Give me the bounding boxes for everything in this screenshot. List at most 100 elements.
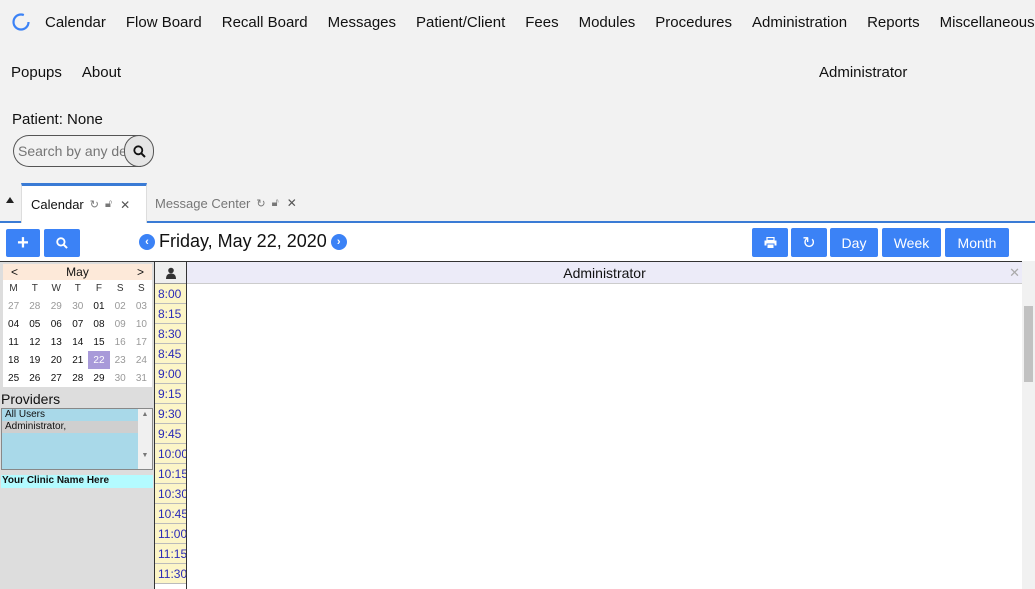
menu-calendar[interactable]: Calendar [45,14,106,31]
menu-patient-client[interactable]: Patient/Client [416,14,505,31]
time-slot[interactable]: 9:30 [155,404,186,424]
mini-calendar-day[interactable]: 14 [67,333,88,351]
page-scrollbar[interactable] [1022,261,1035,589]
menu-fees[interactable]: Fees [525,14,558,31]
mini-calendar-day[interactable]: 01 [88,297,109,315]
mini-calendar-day[interactable]: 18 [3,351,24,369]
time-slot[interactable]: 10:45 [155,504,188,524]
scroll-down-icon[interactable]: ▼ [138,452,152,459]
mini-calendar-day[interactable]: 28 [24,297,45,315]
time-slot[interactable]: 9:45 [155,424,186,444]
mini-calendar-day[interactable]: 28 [67,369,88,387]
clinic-name[interactable]: Your Clinic Name Here [1,475,153,488]
unlock-icon[interactable]: 🔓︎ [272,197,279,210]
menu-about[interactable]: About [82,64,121,81]
day-view-button[interactable]: Day [830,228,878,257]
mini-calendar-day[interactable]: 19 [24,351,45,369]
menu-popups[interactable]: Popups [11,64,62,81]
refresh-icon: ↻ [802,234,816,252]
mini-calendar-day[interactable]: 27 [3,297,24,315]
close-icon[interactable]: ✕ [1009,262,1020,284]
tab-calendar[interactable]: Calendar ↻ 🔓︎ ✕ [21,183,147,223]
mini-calendar-day[interactable]: 10 [131,315,152,333]
collapse-tabs-icon[interactable] [6,197,14,203]
time-slot[interactable]: 10:15 [155,464,188,484]
time-slot[interactable]: 11:00 [155,524,187,544]
mini-calendar-day[interactable]: 24 [131,351,152,369]
mini-calendar-day[interactable]: 22 [88,351,110,369]
refresh-icon[interactable]: ↻ [256,197,265,210]
time-slot[interactable]: 8:15 [155,304,186,324]
mini-calendar-day[interactable]: 06 [45,315,67,333]
month-view-button[interactable]: Month [945,228,1009,257]
menu-miscellaneous[interactable]: Miscellaneous [940,14,1035,31]
menu-modules[interactable]: Modules [579,14,636,31]
mini-calendar-day[interactable]: 08 [88,315,109,333]
mini-calendar-day[interactable]: 17 [131,333,152,351]
search-appointments-button[interactable] [44,229,80,257]
provider-option[interactable]: Administrator, [2,421,138,433]
mini-calendar-day[interactable]: 03 [131,297,152,315]
mini-calendar-day[interactable]: 30 [67,297,88,315]
mini-calendar-day[interactable]: 29 [88,369,109,387]
previous-month-icon[interactable]: < [11,265,18,279]
unlock-icon[interactable]: 🔓︎ [105,198,112,211]
user-menu[interactable]: Administrator [819,64,907,81]
mini-calendar-day[interactable]: 31 [131,369,152,387]
mini-calendar-day[interactable]: 27 [45,369,67,387]
mini-calendar-day[interactable]: 21 [67,351,88,369]
mini-calendar-day[interactable]: 16 [110,333,131,351]
add-appointment-button[interactable]: + [6,229,40,257]
menu-reports[interactable]: Reports [867,14,920,31]
time-slot[interactable]: 8:00 [155,284,186,304]
time-slot[interactable]: 8:45 [155,344,186,364]
mini-calendar-day[interactable]: 29 [45,297,67,315]
search-button[interactable] [124,135,154,167]
refresh-button[interactable]: ↻ [791,228,827,257]
scroll-up-icon[interactable]: ▲ [138,411,152,418]
next-month-icon[interactable]: > [137,265,144,279]
mini-calendar-day[interactable]: 23 [110,351,131,369]
mini-calendar-day[interactable]: 04 [3,315,24,333]
menu-administration[interactable]: Administration [752,14,847,31]
scrollbar-thumb[interactable] [1024,306,1033,382]
mini-calendar-day[interactable]: 15 [88,333,109,351]
print-button[interactable] [752,228,788,257]
time-slot[interactable]: 11:15 [155,544,187,564]
mini-calendar-day[interactable]: 30 [110,369,131,387]
mini-calendar-day[interactable]: 02 [110,297,131,315]
close-icon[interactable]: ✕ [287,196,297,210]
menu-recall-board[interactable]: Recall Board [222,14,308,31]
time-slot[interactable]: 10:30 [155,484,188,504]
schedule-body[interactable] [187,284,1022,589]
previous-day-icon[interactable]: ‹ [139,233,155,250]
mini-calendar-day[interactable]: 13 [45,333,67,351]
mini-calendar-day[interactable]: 26 [24,369,45,387]
time-slot[interactable]: 9:15 [155,384,186,404]
tab-message-center[interactable]: Message Center ↻ 🔓︎ ✕ [155,183,297,223]
refresh-icon[interactable]: ↻ [90,198,99,211]
close-icon[interactable]: ✕ [120,198,130,212]
week-view-button[interactable]: Week [882,228,941,257]
mini-calendar-day[interactable]: 12 [24,333,45,351]
next-day-icon[interactable]: › [330,233,347,250]
weekday-header: F [95,283,103,294]
mini-calendar-day[interactable]: 25 [3,369,24,387]
providers-scrollbar[interactable]: ▲ ▼ [138,409,152,469]
menu-flow-board[interactable]: Flow Board [126,14,202,31]
patient-search-input[interactable] [13,135,141,167]
mini-calendar-day[interactable]: 09 [110,315,131,333]
time-slot[interactable]: 9:00 [155,364,186,384]
time-slot[interactable]: 11:30 [155,564,187,584]
mini-calendar-day[interactable]: 07 [67,315,88,333]
mini-calendar-day[interactable]: 05 [24,315,45,333]
time-slot[interactable]: 10:00 [155,444,188,464]
app-logo-icon[interactable] [11,12,31,32]
mini-calendar-day[interactable]: 20 [45,351,67,369]
menu-messages[interactable]: Messages [328,14,396,31]
provider-option[interactable]: All Users [2,409,138,421]
providers-list[interactable]: All Users Administrator, ▲ ▼ [1,408,153,470]
time-slot[interactable]: 8:30 [155,324,186,344]
mini-calendar-day[interactable]: 11 [3,333,24,351]
menu-procedures[interactable]: Procedures [655,14,732,31]
